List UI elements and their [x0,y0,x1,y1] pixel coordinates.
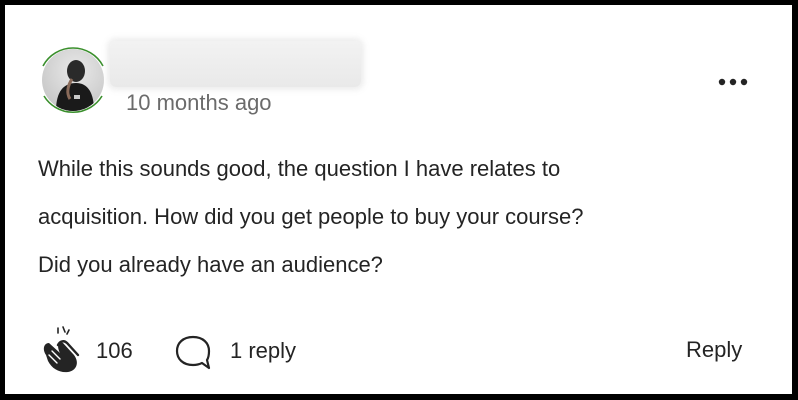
more-options-button[interactable] [711,67,755,97]
person-silhouette-icon [56,60,94,111]
comment-line: While this sounds good, the question I h… [38,156,561,181]
comment-body: While this sounds good, the question I h… [38,145,758,289]
reply-button[interactable]: Reply [686,337,742,363]
comment-card: 10 months ago While this sounds good, th… [5,5,792,394]
avatar[interactable] [35,42,111,118]
speech-bubble-icon [175,335,211,370]
clap-icon [43,326,80,373]
author-name-redacted [110,41,361,87]
more-horizontal-icon [718,78,748,86]
clap-count: 106 [96,338,133,363]
show-replies-button[interactable] [171,333,215,373]
clap-button[interactable] [36,325,88,375]
comment-actions: 106 1 reply Reply [5,325,792,375]
comment-line: acquisition. How did you get people to b… [38,204,584,229]
comment-line: Did you already have an audience? [38,252,383,277]
avatar-photo [42,49,104,111]
comment-timestamp: 10 months ago [126,90,272,115]
reply-count-link[interactable]: 1 reply [230,338,296,364]
